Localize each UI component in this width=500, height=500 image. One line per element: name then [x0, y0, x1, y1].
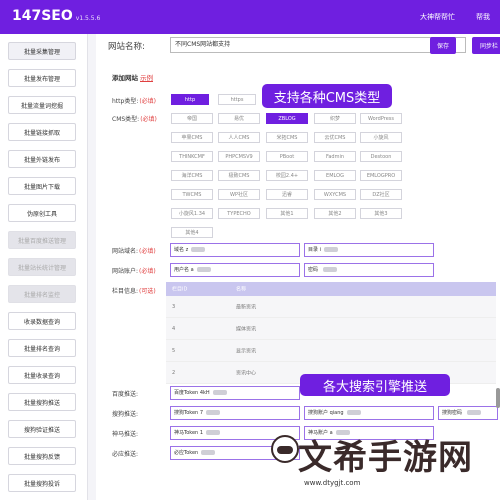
user-link[interactable]: 帮我	[476, 12, 490, 22]
cms-option[interactable]: ZBLOG	[266, 113, 308, 124]
save-button[interactable]: 保存	[430, 37, 456, 54]
cms-option[interactable]: EMLOG	[314, 170, 356, 181]
sogou-password-input[interactable]: 搜狗密码	[438, 406, 498, 420]
sidebar-item: 批量百度推送管理	[8, 231, 76, 249]
directory-input[interactable]: 目录 i	[304, 243, 434, 257]
example-link[interactable]: 示例	[140, 74, 153, 82]
sidebar-item[interactable]: 搜狗验证推送	[8, 420, 76, 438]
shenma-push-label: 神马推送:	[112, 431, 139, 438]
password-input[interactable]: 密码	[304, 263, 434, 277]
cms-support-banner: 支持各种CMS类型	[262, 84, 392, 108]
push-support-banner: 各大搜索引擎推送	[300, 374, 450, 396]
site-watermark: 文希手游网 www.dtygjt.com	[270, 428, 492, 490]
cms-type-label: CMS类型:(必填)	[112, 116, 157, 123]
cms-option[interactable]: 小旋风	[360, 132, 402, 143]
watermark-url: www.dtygjt.com	[304, 479, 361, 487]
help-link[interactable]: 大神帮帮忙	[420, 12, 455, 22]
sidebar-item[interactable]: 批量搜狗推送	[8, 393, 76, 411]
cms-option[interactable]: 小旋风1.34	[171, 208, 213, 219]
cms-option[interactable]: WordPress	[360, 113, 402, 124]
sidebar-item[interactable]: 批量图片下载	[8, 177, 76, 195]
cms-option[interactable]: WP社区	[218, 189, 260, 200]
cms-option[interactable]: 人人CMS	[218, 132, 260, 143]
sidebar-item[interactable]: 收录数据查询	[8, 312, 76, 330]
column-info-label: 栏目信息:(可选)	[112, 288, 156, 295]
cms-option[interactable]: 校园2.4+	[266, 170, 308, 181]
cms-option[interactable]: DZ社区	[360, 189, 402, 200]
cms-option[interactable]: 帝国	[171, 113, 213, 124]
cms-option[interactable]: 其他4	[171, 227, 213, 238]
add-site-title: 添加网站 示例	[112, 74, 153, 82]
top-bar: 147SEO v1.5.5.6 大神帮帮忙 帮我	[0, 0, 500, 34]
sogou-token-input[interactable]: 搜狗Token 7	[170, 406, 300, 420]
cms-option[interactable]: 苹果CMS	[171, 132, 213, 143]
sogou-user-input[interactable]: 搜狗账户 qiang	[304, 406, 434, 420]
baidu-push-label: 百度推送:	[112, 391, 139, 398]
bing-push-label: 必应推送:	[112, 451, 139, 458]
column-id-cell: 2	[172, 369, 176, 376]
main-scrollbar-handle[interactable]	[496, 388, 500, 408]
cms-option[interactable]: 其他3	[360, 208, 402, 219]
cms-option[interactable]: THINKCMF	[171, 151, 213, 162]
cms-option[interactable]: 迅睿	[266, 189, 308, 200]
cms-option[interactable]: Fadmin	[314, 151, 356, 162]
site-name-label: 网站名称:	[108, 42, 145, 52]
sidebar-item[interactable]: 伪原创工具	[8, 204, 76, 222]
sidebar-item[interactable]: 批量链接抓取	[8, 123, 76, 141]
sidebar-item[interactable]: 批量外链发布	[8, 150, 76, 168]
http-option[interactable]: http	[171, 94, 209, 105]
cms-option[interactable]: 易优	[218, 113, 260, 124]
column-id-cell: 3	[172, 303, 176, 310]
sidebar-scrollbar[interactable]	[88, 34, 96, 500]
sidebar-item[interactable]: 批量排名查询	[8, 339, 76, 357]
watermark-text: 文希手游网	[298, 438, 473, 478]
sidebar-item: 批量站长统计管理	[8, 258, 76, 276]
cms-option[interactable]: Destoon	[360, 151, 402, 162]
http-type-label: http类型:(必填)	[112, 98, 157, 105]
column-id-cell: 5	[172, 347, 176, 354]
cms-option[interactable]: TWCMS	[171, 189, 213, 200]
table-header: 栏目ID 名称	[166, 282, 496, 296]
app-logo: 147SEO v1.5.5.6	[12, 8, 101, 24]
domain-input[interactable]: 域名 z	[170, 243, 300, 257]
https-option[interactable]: https	[218, 94, 256, 105]
table-row[interactable]: 5 显示资讯	[166, 340, 496, 362]
cms-option[interactable]: 海洋CMS	[171, 170, 213, 181]
game-controller-icon	[271, 435, 299, 463]
baidu-token-input[interactable]: 百度Token 4kH	[170, 386, 300, 400]
column-name-cell: 资讯中心	[236, 370, 257, 376]
cms-option[interactable]: 织梦	[314, 113, 356, 124]
sidebar-item[interactable]: 批量收录查询	[8, 366, 76, 384]
cms-option[interactable]: 极致CMS	[218, 170, 260, 181]
cms-option[interactable]: 米拓CMS	[266, 132, 308, 143]
sidebar: 批量采集管理 批量发布管理 批量流量词挖掘 批量链接抓取 批量外链发布 批量图片下载 伪原创…	[0, 34, 88, 500]
sidebar-item[interactable]: 批量采集管理	[8, 42, 76, 60]
username-input[interactable]: 用户名 a	[170, 263, 300, 277]
column-name-cell: 显示资讯	[236, 348, 257, 354]
sync-column-button[interactable]: 同步栏	[472, 37, 500, 54]
domain-label: 网站域名:(必填)	[112, 248, 156, 255]
cms-option[interactable]: PBoot	[266, 151, 308, 162]
sidebar-item[interactable]: 批量发布管理	[8, 69, 76, 87]
cms-option[interactable]: PHPCMSV9	[218, 151, 260, 162]
sidebar-item[interactable]: 批量搜狗投诉	[8, 474, 76, 492]
account-label: 网站账户:(必填)	[112, 268, 156, 275]
column-name-cell: 媒体资讯	[236, 326, 257, 332]
cms-option[interactable]: TYPECHO	[218, 208, 260, 219]
column-id-cell: 4	[172, 325, 176, 332]
cms-option[interactable]: 其他2	[314, 208, 356, 219]
cms-option[interactable]: EMLOGPRO	[360, 170, 402, 181]
sidebar-item[interactable]: 批量流量词挖掘	[8, 96, 76, 114]
column-name-cell: 最新资讯	[236, 304, 257, 310]
table-row[interactable]: 3 最新资讯	[166, 296, 496, 318]
site-name-input[interactable]: 不同CMS网站都支持	[170, 37, 466, 53]
cms-option[interactable]: 其他1	[266, 208, 308, 219]
sidebar-item[interactable]: 批量搜狗反馈	[8, 447, 76, 465]
cms-option[interactable]: WXYCMS	[314, 189, 356, 200]
cms-option[interactable]: 云优CMS	[314, 132, 356, 143]
sogou-push-label: 搜狗推送:	[112, 411, 139, 418]
table-row[interactable]: 4 媒体资讯	[166, 318, 496, 340]
sidebar-item: 批量排名监控	[8, 285, 76, 303]
